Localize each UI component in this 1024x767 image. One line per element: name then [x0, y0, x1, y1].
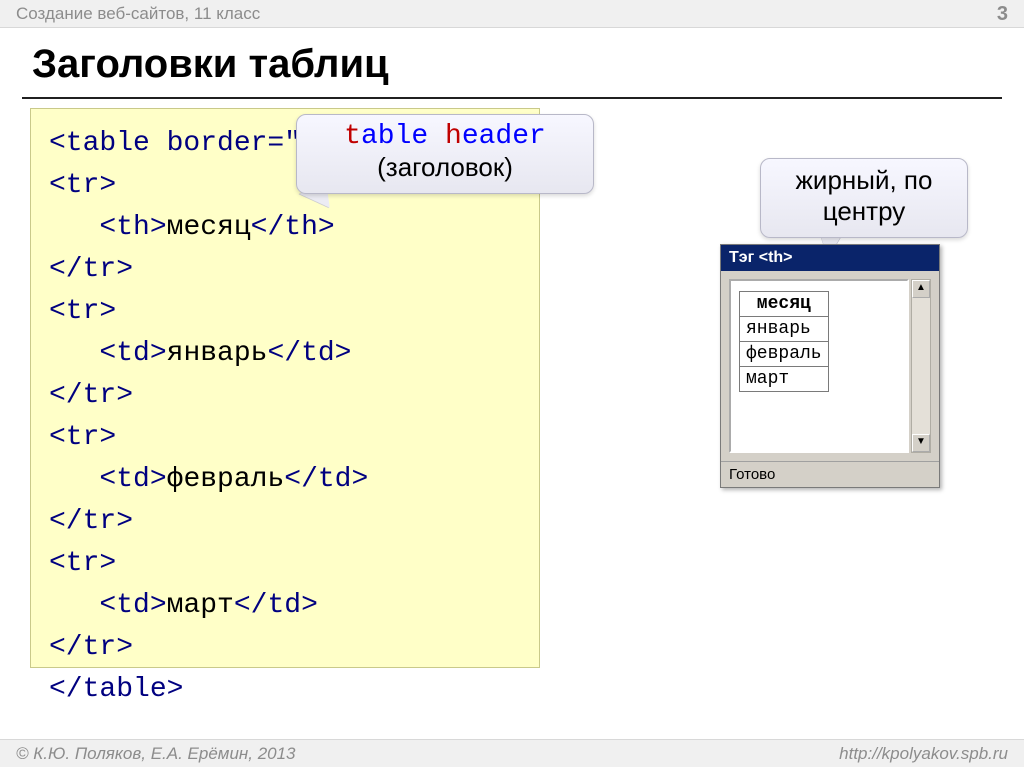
code-line: <td>февраль</td>	[49, 459, 521, 501]
code-line: <td>январь</td>	[49, 333, 521, 375]
page-number: 3	[997, 0, 1008, 28]
scroll-up-icon[interactable]: ▲	[912, 280, 930, 298]
slide: Создание веб-сайтов, 11 класс 3 Заголовк…	[0, 0, 1024, 767]
window-title: Тэг <th>	[729, 249, 793, 267]
code-line: <tr>	[49, 291, 521, 333]
code-line: <th>месяц</th>	[49, 207, 521, 249]
callout-line: центру	[779, 196, 949, 227]
code-line: </table>	[49, 669, 521, 711]
page-title: Заголовки таблиц	[32, 42, 389, 87]
course-label: Создание веб-сайтов, 11 класс	[16, 4, 260, 24]
table-cell: февраль	[740, 342, 829, 367]
footer-url: http://kpolyakov.spb.ru	[839, 744, 1008, 764]
topbar: Создание веб-сайтов, 11 класс 3	[0, 0, 1024, 28]
window-titlebar: Тэг <th>	[721, 245, 939, 271]
preview-window: Тэг <th> месяц январь февраль март ▲ ▼ Г…	[720, 244, 940, 488]
window-client: месяц январь февраль март ▲ ▼	[721, 271, 939, 461]
code-line: </tr>	[49, 375, 521, 417]
callout-table-header: table header (заголовок)	[296, 114, 594, 194]
code-line: <tr>	[49, 543, 521, 585]
code-line: <td>март</td>	[49, 585, 521, 627]
code-line: </tr>	[49, 249, 521, 291]
callout-line: жирный, по	[779, 165, 949, 196]
callout-line: table header	[315, 121, 575, 152]
scrollbar[interactable]: ▲ ▼	[911, 279, 931, 453]
code-line: </tr>	[49, 501, 521, 543]
viewport: месяц январь февраль март	[729, 279, 909, 453]
rendered-table: месяц январь февраль март	[739, 291, 829, 392]
code-line: </tr>	[49, 627, 521, 669]
callout-sub: (заголовок)	[315, 152, 575, 183]
scroll-down-icon[interactable]: ▼	[912, 434, 930, 452]
title-rule	[22, 97, 1002, 99]
footer-author: © К.Ю. Поляков, Е.А. Ерёмин, 2013	[16, 744, 296, 764]
code-line: <tr>	[49, 417, 521, 459]
status-bar: Готово	[721, 461, 939, 487]
callout-bold-center: жирный, по центру	[760, 158, 968, 238]
bottombar: © К.Ю. Поляков, Е.А. Ерёмин, 2013 http:/…	[0, 739, 1024, 767]
table-cell: январь	[740, 317, 829, 342]
table-cell: март	[740, 367, 829, 392]
table-header-cell: месяц	[740, 292, 829, 317]
